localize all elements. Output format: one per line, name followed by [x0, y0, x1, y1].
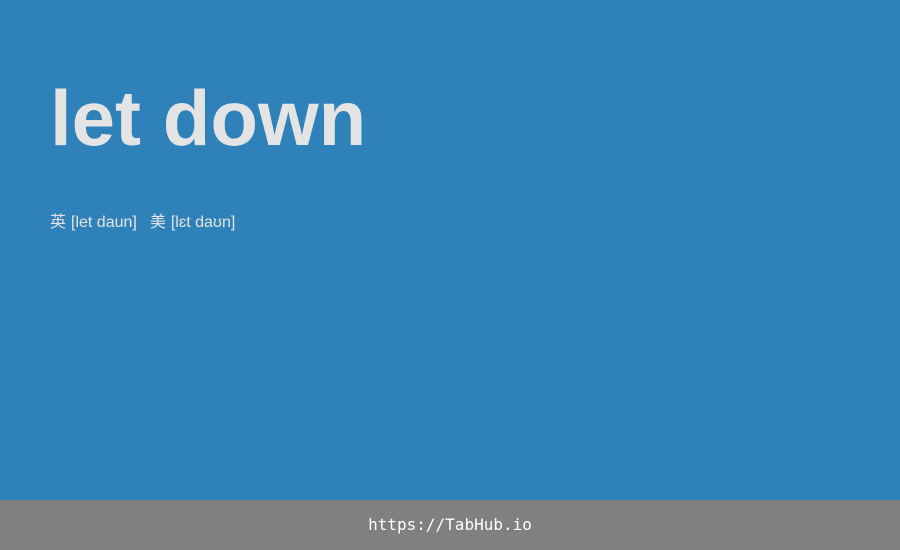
us-pronunciation: [lɛt daʊn]	[170, 214, 236, 231]
uk-pronunciation: [let daun]	[71, 214, 137, 231]
us-label: 美	[149, 214, 166, 231]
footer-bar: https://TabHub.io	[0, 500, 900, 550]
uk-label: 英	[50, 214, 67, 231]
tabhub-link[interactable]: https://TabHub.io	[0, 500, 900, 550]
word-card: let down 英 [let daun] 美 [lɛt daʊn]	[0, 0, 900, 500]
headword: let down	[50, 74, 367, 162]
pronunciation-line: 英 [let daun] 美 [lɛt daʊn]	[50, 212, 235, 234]
